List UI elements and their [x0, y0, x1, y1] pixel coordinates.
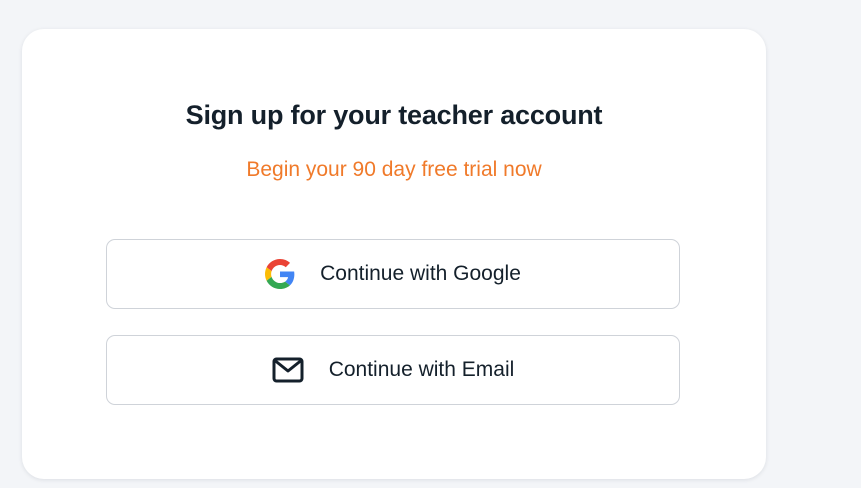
continue-with-email-button[interactable]: Continue with Email: [106, 335, 680, 405]
page-title: Sign up for your teacher account: [185, 100, 603, 130]
google-button-label: Continue with Google: [320, 262, 521, 285]
email-button-label: Continue with Email: [328, 358, 515, 381]
google-logo-icon: [265, 259, 295, 289]
envelope-icon: [272, 357, 304, 383]
signup-card: Sign up for your teacher account Begin y…: [22, 29, 766, 479]
trial-subtitle: Begin your 90 day free trial now: [246, 158, 542, 181]
continue-with-google-button[interactable]: Continue with Google: [106, 239, 680, 309]
